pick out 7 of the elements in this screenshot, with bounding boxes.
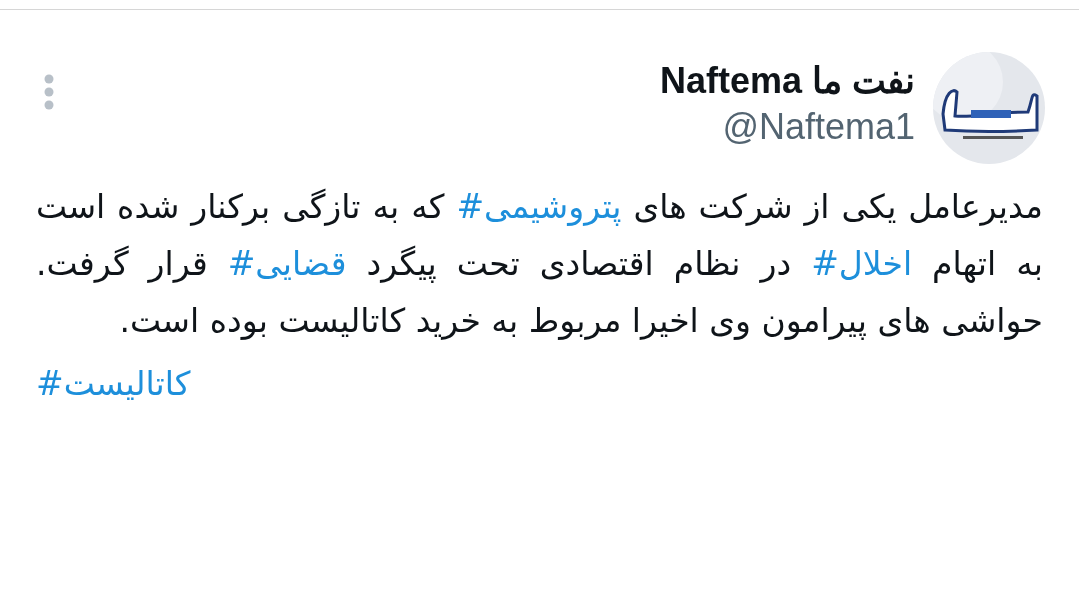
user-handle[interactable]: @Naftema1 bbox=[722, 106, 915, 148]
hashtag-link[interactable]: #کاتالیست bbox=[36, 355, 191, 412]
hashtag-link[interactable]: #اخلال bbox=[811, 244, 913, 283]
display-name[interactable]: نفت ما Naftema bbox=[659, 60, 915, 102]
hashtag-link[interactable]: #قضایی bbox=[227, 244, 347, 283]
tweet-text: مدیرعامل یکی از شرکت های #پتروشیمی که به تازگی برکنار شده است به اتهام #اخلال در نظام اقتصادی تحت پیگرد #قضایی قرار گرفت. حواشی های پیرامون وی اخیرا مربوط به خرید کاتالیست بوده است. bbox=[36, 186, 1043, 342]
hashtag-link[interactable]: #پتروشیمی bbox=[456, 187, 622, 226]
